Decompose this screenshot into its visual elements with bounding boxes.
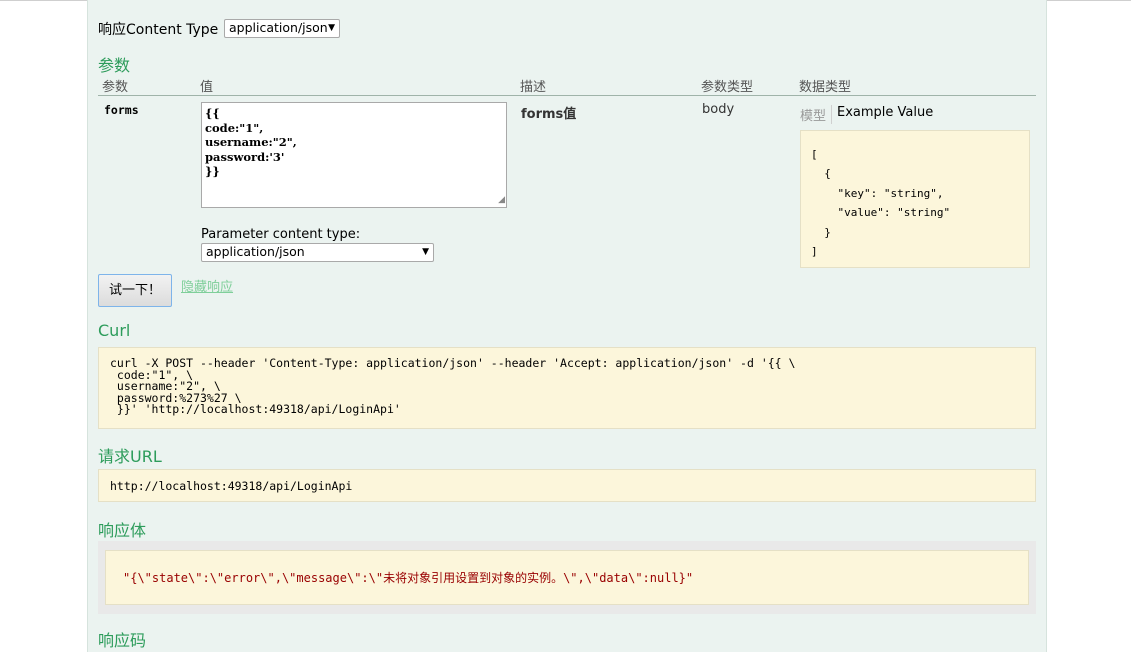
- response-body-value: "{\"state\":\"error\",\"message\":\"未将对象…: [123, 571, 694, 585]
- example-line: "value": "string": [811, 206, 951, 220]
- parameter-content-type-label: Parameter content type:: [201, 227, 361, 242]
- params-title: 参数: [98, 56, 131, 75]
- example-line: ]: [811, 245, 818, 259]
- param-value-line: code:"1",: [205, 120, 264, 135]
- example-line: "key": "string",: [811, 186, 944, 200]
- curl-line: curl -X POST --header 'Content-Type: app…: [110, 356, 796, 370]
- param-description: forms值: [521, 107, 577, 122]
- param-type: body: [702, 102, 735, 117]
- hide-response-link[interactable]: 隐藏响应: [181, 276, 233, 295]
- model-tab[interactable]: 模型: [800, 105, 833, 124]
- curl-title: Curl: [98, 321, 131, 340]
- header-data-type: 数据类型: [799, 80, 852, 95]
- example-line: {: [811, 167, 831, 181]
- resize-handle-icon[interactable]: ◢: [498, 193, 505, 208]
- param-name: forms: [104, 103, 139, 117]
- header-value: 值: [200, 80, 214, 95]
- request-url-title: 请求URL: [98, 447, 162, 466]
- header-divider: [98, 95, 1036, 96]
- chevron-down-icon: ▼: [328, 23, 335, 33]
- request-url-box: http://localhost:49318/api/LoginApi: [98, 469, 1036, 502]
- response-body-box: "{\"state\":\"error\",\"message\":\"未将对象…: [105, 550, 1029, 605]
- request-url-value: http://localhost:49318/api/LoginApi: [110, 479, 353, 493]
- header-description: 描述: [520, 80, 547, 95]
- example-value-box[interactable]: [ { "key": "string", "value": "string" }…: [800, 130, 1030, 268]
- param-value-textarea[interactable]: {{ code:"1", username:"2", password:'3' …: [201, 102, 507, 208]
- param-value-line: }}: [205, 164, 220, 178]
- example-line: }: [811, 225, 831, 239]
- curl-line: code:"1", \: [110, 367, 194, 382]
- response-body-frame: "{\"state\":\"error\",\"message\":\"未将对象…: [98, 541, 1036, 614]
- header-param: 参数: [102, 80, 129, 95]
- response-code-title: 响应码: [98, 631, 147, 650]
- param-value-line: username:"2",: [205, 135, 297, 149]
- try-it-out-button[interactable]: 试一下！: [98, 274, 172, 307]
- operation-panel: 响应Content Type application/json ▼ 参数 参数 …: [87, 0, 1047, 652]
- header-param-type: 参数类型: [701, 80, 754, 95]
- response-content-type-label: 响应Content Type: [98, 22, 219, 38]
- chevron-down-icon: ▼: [422, 247, 429, 257]
- curl-box: curl -X POST --header 'Content-Type: app…: [98, 347, 1036, 429]
- param-value-line: password:'3': [205, 149, 285, 164]
- curl-line: }}' 'http://localhost:49318/api/LoginApi…: [110, 402, 401, 417]
- response-content-type-select[interactable]: application/json ▼: [224, 19, 340, 38]
- curl-line: username:"2", \: [110, 379, 221, 394]
- param-value-line: {{: [205, 106, 220, 120]
- response-content-type-value: application/json: [229, 20, 328, 35]
- example-line: [: [811, 148, 818, 161]
- parameter-content-type-select[interactable]: application/json ▼: [201, 243, 434, 262]
- response-body-title: 响应体: [98, 521, 147, 540]
- parameter-content-type-value: application/json: [206, 244, 305, 259]
- example-value-tab[interactable]: Example Value: [837, 105, 933, 120]
